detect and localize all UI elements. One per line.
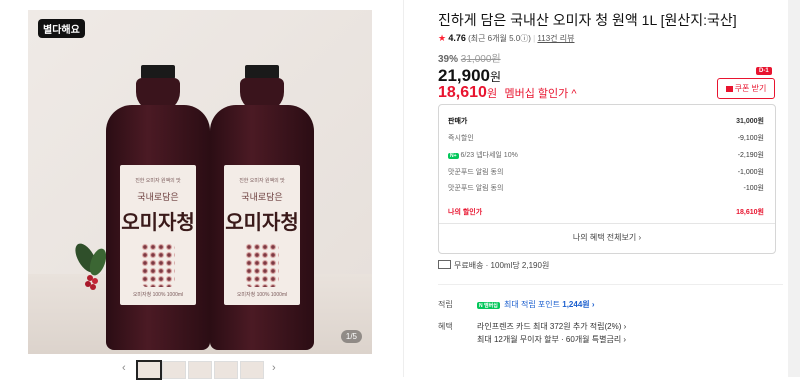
price-row-list: 판매가 31,000원 xyxy=(448,116,764,126)
discount-percent: 39% xyxy=(438,54,459,65)
product-title: 진하게 담은 국내산 오미자 청 원액 1L [원산지:국산] xyxy=(438,12,737,28)
label-small-text: 진한 오미자 원액의 맛 xyxy=(135,178,181,184)
price-row-sale: N+ 6/23 넵다세일 10% -2,190원 xyxy=(448,150,764,160)
row-label: 맛꾼푸드 알림 동의 xyxy=(448,185,504,192)
price-row-my-price: 나의 할인가 18,610원 xyxy=(448,207,764,217)
column-divider xyxy=(403,0,404,377)
berry-illustration xyxy=(141,243,175,287)
sale-price-unit: 원 xyxy=(490,70,502,84)
delivery-text: 무료배송 · 100ml당 2,190원 xyxy=(454,261,550,270)
thumb-prev-arrow[interactable]: ‹ xyxy=(122,362,126,374)
point-value: 1,244원 › xyxy=(562,300,595,309)
label-brand-text: 국내로담은 xyxy=(241,192,283,202)
bottle-label: 진한 오미자 원액의 맛 국내로담은 오미자청 오미자청 100% 1000ml xyxy=(120,165,196,305)
bottle-label: 진한 오미자 원액의 맛 국내로담은 오미자청 오미자청 100% 1000ml xyxy=(224,165,300,305)
member-price[interactable]: 18,610원 멤버십 할인가 ^ xyxy=(438,84,577,102)
member-price-value: 18,610 xyxy=(438,84,487,101)
installment-benefit[interactable]: 최대 12개월 무이자 할부 · 60개월 특별금리 › xyxy=(477,334,626,345)
row-value: -1,000원 xyxy=(737,169,764,176)
label-small-text: 진한 오미자 원액의 맛 xyxy=(239,178,285,184)
naver-sale-icon: N+ xyxy=(448,153,459,159)
bottle-right: 진한 오미자 원액의 맛 국내로담은 오미자청 오미자청 100% 1000ml xyxy=(210,65,314,350)
row-value: 18,610원 xyxy=(736,209,764,216)
rating-detail: (최근 6개월 5.0ⓘ) xyxy=(468,34,531,43)
scrollbar[interactable] xyxy=(788,0,800,377)
thumb-next-arrow[interactable]: › xyxy=(272,362,276,374)
row-label: 맛꾼푸드 알림 동의 xyxy=(448,169,504,176)
row-value: 31,000원 xyxy=(736,118,764,125)
star-icon: ★ xyxy=(438,33,447,43)
bottle-left: 진한 오미자 원액의 맛 국내로담은 오미자청 오미자청 100% 1000ml xyxy=(106,65,210,350)
thumbnail-2[interactable] xyxy=(162,361,186,379)
label-product-name: 오미자청 xyxy=(225,210,299,234)
reviews-link[interactable]: 113건 리뷰 xyxy=(537,34,574,43)
row-label: 즉시할인 xyxy=(448,135,474,142)
label-volume-text: 오미자청 100% 1000ml xyxy=(132,292,184,298)
point-label: 적립 xyxy=(438,300,453,309)
truck-icon xyxy=(438,260,451,270)
member-price-unit: 원 xyxy=(486,88,498,100)
all-benefits-link[interactable]: 나의 혜택 전체보기 › xyxy=(439,232,775,243)
price-breakdown-box: 판매가 31,000원 즉시할인 -9,100원 N+ 6/23 넵다세일 10%… xyxy=(438,104,776,254)
row-label: 6/23 넵다세일 10% xyxy=(460,152,518,159)
product-image[interactable]: 진한 오미자 원액의 맛 국내로담은 오미자청 오미자청 100% 1000ml… xyxy=(28,10,372,354)
point-info[interactable]: N 멤버십 최대 적립 포인트 1,244원 › xyxy=(477,299,595,310)
coupon-icon xyxy=(725,85,733,92)
box-divider xyxy=(439,223,775,224)
thumbnail-1[interactable] xyxy=(136,360,162,380)
berry-illustration xyxy=(245,243,279,287)
member-price-label: 멤버십 할인가 ^ xyxy=(504,88,577,100)
price-row-alarm-1: 맛꾼푸드 알림 동의 -1,000원 xyxy=(448,167,764,177)
dday-badge: D-1 xyxy=(756,67,772,75)
thumbnail-4[interactable] xyxy=(214,361,238,379)
row-label: 판매가 xyxy=(448,118,468,125)
point-text: 최대 적립 포인트 xyxy=(504,300,561,309)
price-row-alarm-2: 맛꾼푸드 알림 동의 -100원 xyxy=(448,183,764,193)
delivery-info: 무료배송 · 100ml당 2,190원 xyxy=(438,260,549,271)
rating-score: 4.76 xyxy=(448,33,466,43)
sale-price-value: 21,900 xyxy=(438,66,490,85)
label-volume-text: 오미자청 100% 1000ml xyxy=(236,292,288,298)
image-counter: 1/5 xyxy=(340,330,362,343)
price-row-instant: 즉시할인 -9,100원 xyxy=(448,133,764,143)
original-price: 31,000원 xyxy=(460,54,501,65)
label-product-name: 오미자청 xyxy=(121,210,195,234)
label-brand-text: 국내로담은 xyxy=(137,192,179,202)
section-divider xyxy=(438,284,783,285)
discount-row: 39% 31,000원 xyxy=(438,50,501,65)
rating-row: ★ 4.76 (최근 6개월 5.0ⓘ) | 113건 리뷰 xyxy=(438,33,575,43)
row-value: -9,100원 xyxy=(737,135,764,142)
coupon-label: 쿠폰 받기 xyxy=(734,84,767,93)
benefit-label: 혜택 xyxy=(438,322,453,331)
sale-price: 21,900원 xyxy=(438,66,501,86)
thumbnail-5[interactable] xyxy=(240,361,264,379)
membership-icon: N 멤버십 xyxy=(477,302,500,309)
card-benefit[interactable]: 라인프렌즈 카드 최대 372원 추가 적립(2%) › xyxy=(477,321,626,332)
thumbnail-3[interactable] xyxy=(188,361,212,379)
coupon-button[interactable]: 쿠폰 받기 xyxy=(717,78,775,99)
row-label: 나의 할인가 xyxy=(448,209,483,216)
row-value: -2,190원 xyxy=(737,152,764,159)
brand-badge: 별다해요 xyxy=(38,19,85,38)
row-value: -100원 xyxy=(743,185,764,192)
